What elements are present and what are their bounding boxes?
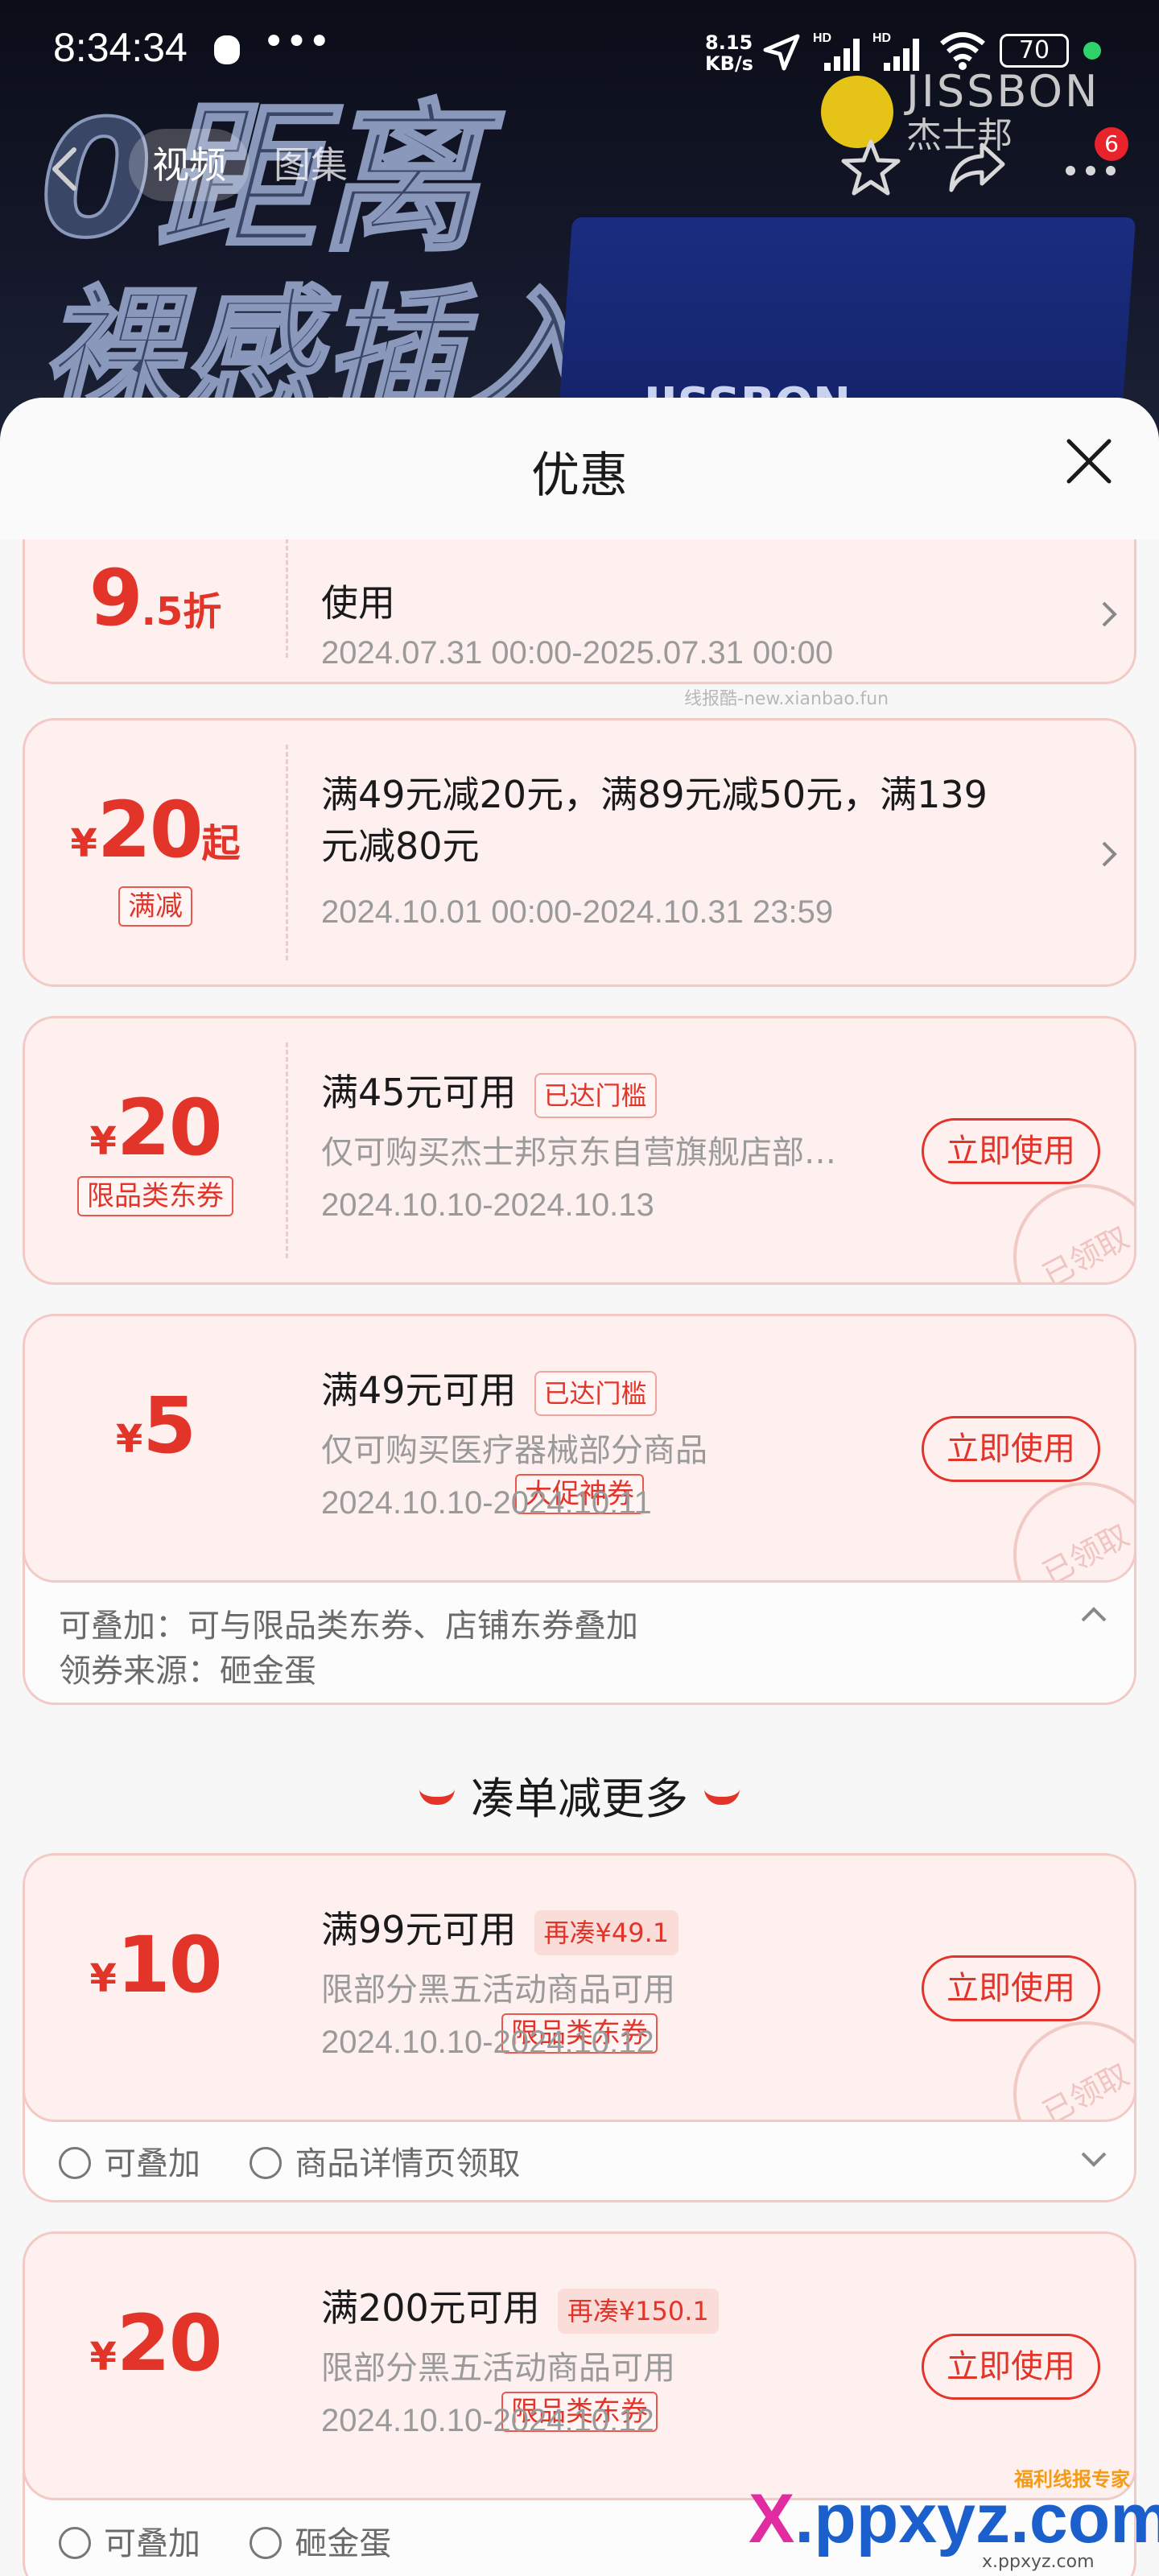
threshold-reached-badge: 已达门槛 (534, 1370, 657, 1416)
coupon-amount: 10 (116, 1920, 223, 2010)
stackable-label: 可叠加 (104, 2525, 200, 2562)
top-navigation: 视频 图集 6 (0, 121, 1159, 209)
location-arrow-icon (763, 34, 800, 71)
smile-left-icon (419, 1789, 455, 1806)
coupon-promo-expanded: ¥5 大促神券 满49元可用 已达门槛 仅可购买医疗器械部分商品 2024.10.… (23, 1314, 1136, 1705)
coupon-title: 使用 (321, 581, 395, 625)
coupon-title: 满200元可用 (321, 2286, 540, 2330)
coupon-title: 满45元可用 (321, 1071, 517, 1114)
qq-penguin-icon (214, 35, 240, 64)
network-speed: 8.15 KB/s (705, 31, 753, 75)
coupon-date: 2024.10.10-2024.10.11 (321, 1485, 652, 1521)
coupon-title: 满99元可用 (321, 1908, 517, 1951)
use-now-button[interactable]: 立即使用 (922, 1955, 1100, 2021)
status-more-dots: ••• (262, 19, 331, 64)
amount-needed-badge: 再凑¥150.1 (557, 2288, 719, 2334)
watermark-logo: 福利线报专家 X.ppxyz.com x.ppxyz.com (749, 2468, 1159, 2572)
ticket-icon (250, 2527, 283, 2559)
coupon-title: 满49元减20元，满89元减50元，满139元减80元 (321, 773, 988, 868)
chevron-up-icon[interactable] (1078, 1603, 1110, 1627)
coupon-addon[interactable]: ¥10 限品类东券 满99元可用 再凑¥49.1 限部分黑五活动商品可用 2024… (25, 1856, 1134, 2122)
signal-hd-1-icon: HD (813, 31, 860, 71)
coupon-addon-expanded: ¥10 限品类东券 满99元可用 再凑¥49.1 限部分黑五活动商品可用 2024… (23, 1853, 1136, 2202)
chevron-right-icon[interactable] (1100, 598, 1120, 630)
back-arrow-icon[interactable] (48, 145, 80, 193)
coupon-amount: 5 (142, 1381, 196, 1471)
notification-badge: 6 (1095, 127, 1128, 161)
coupon-date: 2024.07.31 00:00-2025.07.31 00:00 (321, 635, 834, 671)
coupon-date: 2024.10.10-2024.10.12 (321, 2025, 654, 2060)
stack-icon (59, 2147, 91, 2179)
close-icon[interactable] (1061, 433, 1117, 489)
section-more-deals: 凑单减更多 (0, 1763, 1159, 1827)
tab-gallery[interactable]: 图集 (274, 129, 348, 201)
svg-text:HD: HD (813, 31, 831, 45)
coupon-desc: 限部分黑五活动商品可用 (321, 2350, 675, 2387)
favorite-star-icon[interactable] (840, 137, 901, 198)
status-bar: 8:34:34 ••• 8.15 KB/s HD HD 70 (0, 0, 1159, 97)
watermark-text: 线报酷-new.xianbao.fun (684, 689, 889, 709)
signal-hd-2-icon: HD (872, 31, 919, 71)
chevron-down-icon[interactable] (1078, 2147, 1110, 2171)
coupon-category[interactable]: ¥20 限品类东券 满45元可用 已达门槛 仅可购买杰士邦京东自营旗舰店部… 20… (23, 1016, 1136, 1285)
more-options-icon[interactable] (1062, 163, 1119, 179)
smile-right-icon (704, 1789, 740, 1806)
amount-needed-badge: 再凑¥49.1 (534, 1909, 679, 1955)
coupon-amount: 9 (89, 553, 143, 643)
use-now-button[interactable]: 立即使用 (922, 2334, 1100, 2400)
coupon-amount: 20 (97, 785, 204, 875)
coupon-source: 领券来源：砸金蛋 (59, 1653, 316, 1690)
status-green-dot (1083, 42, 1101, 60)
stack-info: 可叠加：可与限品类东券、店铺东券叠加 (59, 1608, 638, 1645)
coupon-sheet: 优惠 9.5折 使用 2024.07.31 00:00-2025.07.31 0… (0, 398, 1159, 2576)
stack-icon (59, 2527, 91, 2559)
coupon-amount: 20 (116, 1083, 223, 1173)
coupon-addon[interactable]: ¥20 限品类东券 满200元可用 再凑¥150.1 限部分黑五活动商品可用 20… (25, 2234, 1134, 2500)
status-time: 8:34:34 (53, 25, 188, 70)
share-icon[interactable] (947, 138, 1008, 196)
section-title: 凑单减更多 (471, 1773, 688, 1824)
coupon-date: 2024.10.10-2024.10.12 (321, 2403, 654, 2438)
coupon-title: 满49元可用 (321, 1368, 517, 1412)
coupon-amount-suffix: 起 (201, 821, 241, 866)
sheet-header: 优惠 (0, 398, 1159, 539)
coupon-desc: 限部分黑五活动商品可用 (321, 1971, 675, 2008)
battery-indicator: 70 (1000, 34, 1069, 68)
wifi-icon (940, 32, 985, 70)
tab-video[interactable]: 视频 (129, 129, 250, 201)
coupon-desc: 仅可购买医疗器械部分商品 (321, 1432, 707, 1469)
use-now-button[interactable]: 立即使用 (922, 1118, 1100, 1184)
coupon-amount-suffix: .5折 (141, 589, 222, 634)
coupon-date: 2024.10.10-2024.10.13 (321, 1187, 654, 1223)
coupon-amount: 20 (116, 2298, 223, 2388)
stackable-label: 可叠加 (104, 2145, 200, 2182)
coupon-full-reduction[interactable]: ¥20起 满减 满49元减20元，满89元减50元，满139元减80元 2024… (23, 718, 1136, 987)
coupon-promo[interactable]: ¥5 大促神券 满49元可用 已达门槛 仅可购买医疗器械部分商品 2024.10.… (25, 1316, 1134, 1583)
threshold-reached-badge: 已达门槛 (534, 1072, 657, 1118)
coupon-source: 砸金蛋 (295, 2525, 392, 2562)
coupon-source: 商品详情页领取 (295, 2145, 521, 2182)
coupon-tag: 限品类东券 (77, 1176, 233, 1216)
chevron-right-icon[interactable] (1100, 838, 1120, 870)
svg-text:HD: HD (872, 31, 891, 45)
use-now-button[interactable]: 立即使用 (922, 1416, 1100, 1482)
coupon-date: 2024.10.01 00:00-2024.10.31 23:59 (321, 894, 834, 930)
ticket-icon (250, 2147, 283, 2179)
sheet-title: 优惠 (531, 448, 628, 504)
coupon-tag: 满减 (118, 886, 192, 927)
coupon-desc: 仅可购买杰士邦京东自营旗舰店部… (321, 1134, 836, 1171)
